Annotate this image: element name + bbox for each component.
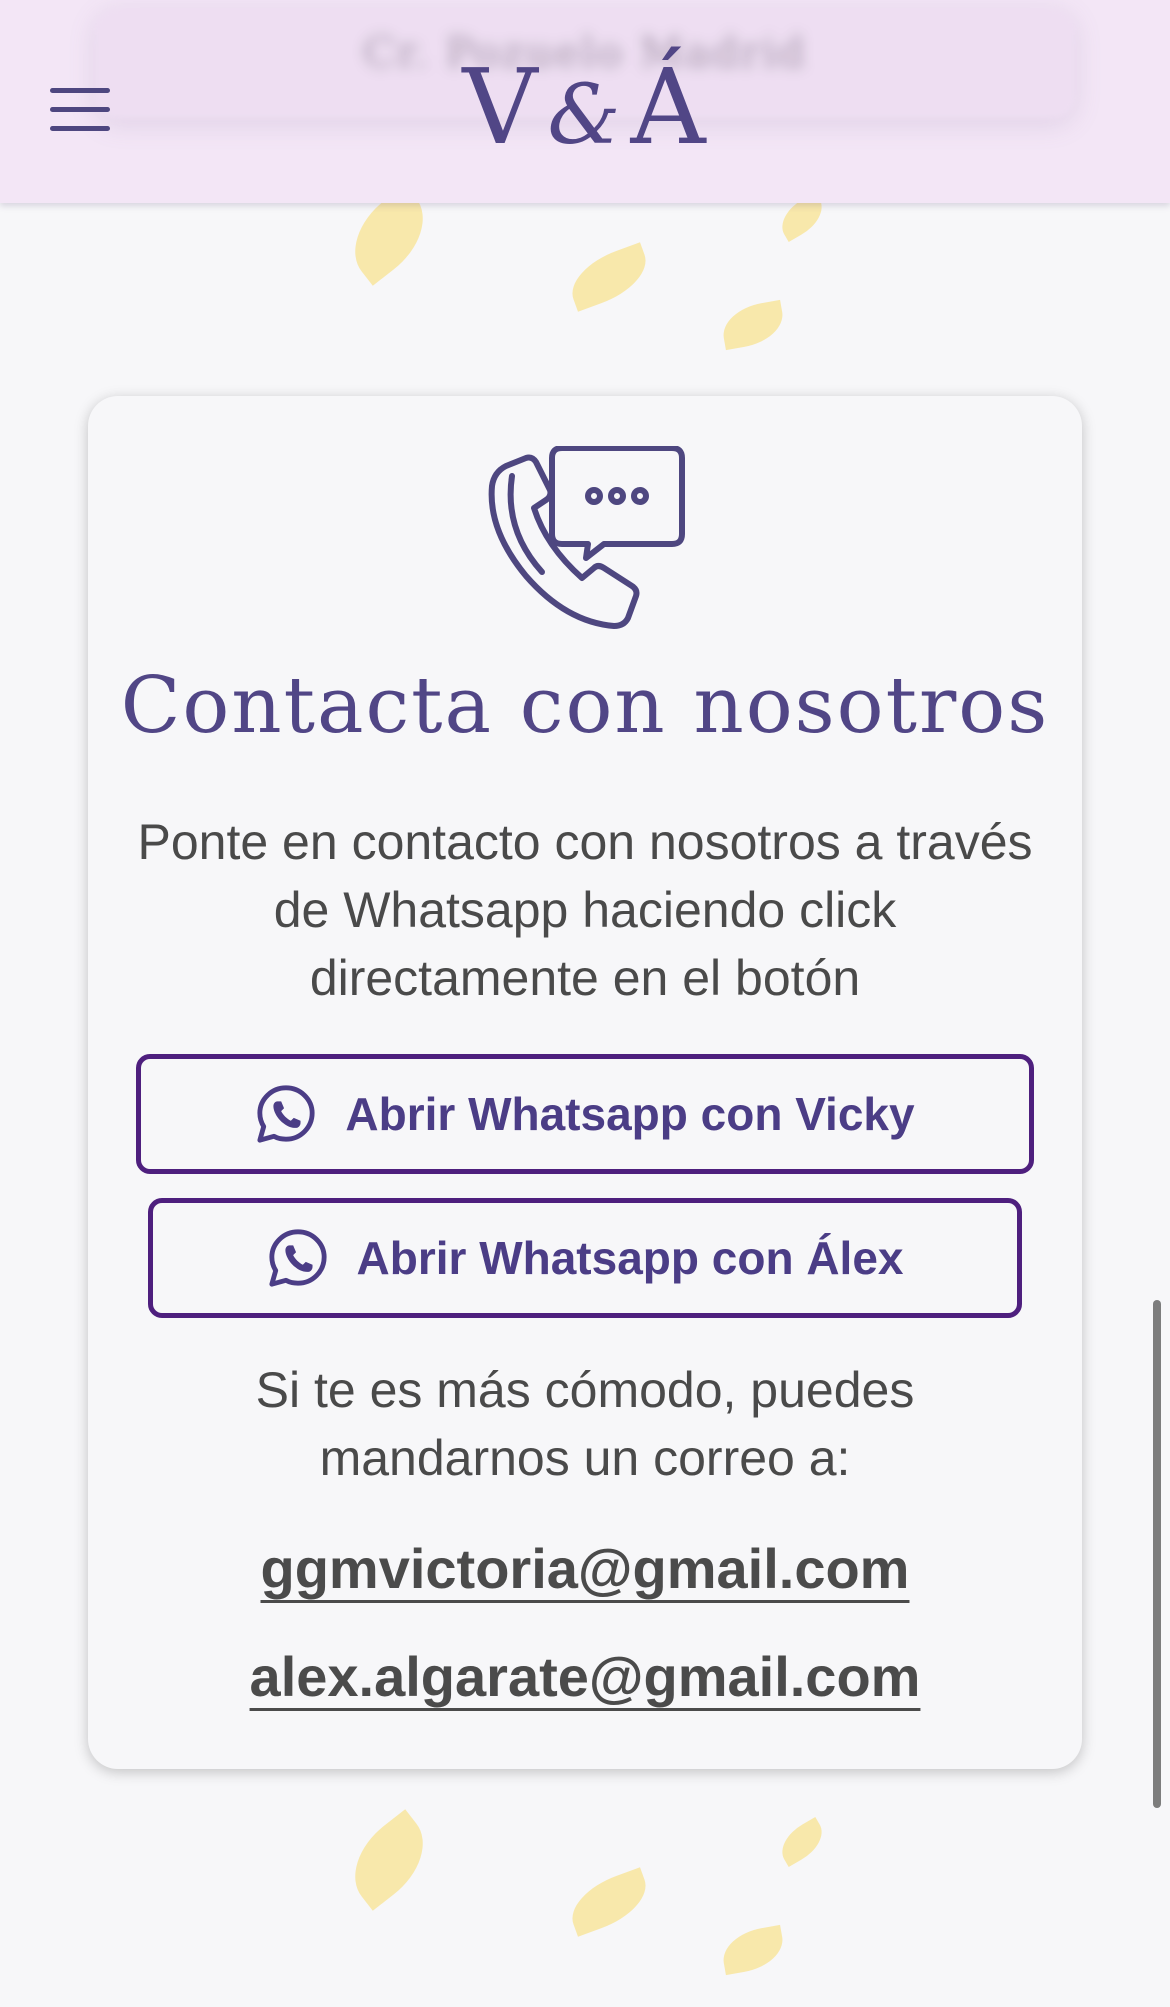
phone-chat-icon xyxy=(488,446,685,629)
whatsapp-alex-label: Abrir Whatsapp con Álex xyxy=(356,1232,904,1284)
contact-title: Contacta con nosotros xyxy=(120,661,1050,751)
logo-ampersand: & xyxy=(547,68,623,163)
whatsapp-icon xyxy=(257,1085,315,1143)
petal-decoration xyxy=(773,1817,831,1867)
whatsapp-icon xyxy=(268,1229,327,1287)
logo-letter-left: V xyxy=(462,46,540,168)
logo-letter-right: Á xyxy=(630,46,708,168)
email-link-victoria[interactable]: ggmvictoria@gmail.com xyxy=(88,1536,1082,1601)
petal-decoration xyxy=(562,1867,656,1937)
contact-card: Contacta con nosotros Ponte en contacto … xyxy=(88,396,1082,1769)
email-link-alex[interactable]: alex.algarate@gmail.com xyxy=(88,1644,1082,1709)
email-intro-text: Si te es más cómodo, puedes mandarnos un… xyxy=(255,1362,915,1486)
scrollbar-thumb[interactable] xyxy=(1153,1300,1161,1808)
whatsapp-vicky-label: Abrir Whatsapp con Vicky xyxy=(345,1088,915,1140)
top-header: Cr. Pozuelo Madrid V&Á xyxy=(0,0,1170,203)
petal-decoration xyxy=(335,1809,443,1911)
whatsapp-vicky-button[interactable]: Abrir Whatsapp con Vicky xyxy=(136,1054,1034,1174)
petal-decoration xyxy=(718,1924,788,1976)
site-logo[interactable]: V&Á xyxy=(0,52,1170,171)
whatsapp-alex-button[interactable]: Abrir Whatsapp con Álex xyxy=(148,1198,1022,1318)
petal-decoration xyxy=(718,299,788,351)
petal-decoration xyxy=(562,242,656,312)
contact-description: Ponte en contacto con nosotros a través … xyxy=(137,814,1033,1006)
